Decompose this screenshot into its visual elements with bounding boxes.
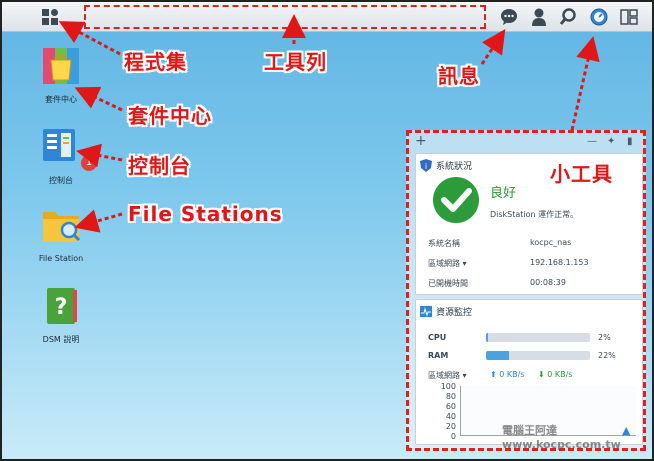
svg-text:?: ?	[55, 295, 68, 320]
download-speed: ⬇ 0 KB/s	[538, 370, 572, 379]
system-status-title-text: 系統狀況	[436, 162, 473, 172]
upload-arrow-icon: ⬆	[490, 370, 497, 379]
download-arrow-icon: ⬇	[538, 370, 545, 379]
package-center-icon	[39, 44, 83, 88]
arrow-messages	[480, 29, 506, 65]
resource-monitor-title-text: 資源監控	[436, 308, 473, 318]
annotation-toolbar: 工具列	[264, 50, 327, 74]
widgets-button[interactable]	[589, 7, 609, 27]
lan-traffic-label-text: 區域網路	[428, 371, 460, 380]
add-widget-button[interactable]: +	[415, 133, 427, 149]
health-status: 良好	[490, 186, 517, 201]
taskbar	[2, 2, 652, 32]
cpu-usage-fill	[486, 333, 489, 342]
grid-icon-dot	[51, 9, 58, 16]
download-speed-text: 0 KB/s	[547, 370, 573, 379]
desktop-icon-dsm-help[interactable]: ? DSM 說明	[26, 284, 96, 345]
y-tick: 20	[445, 422, 456, 431]
chat-icon	[501, 9, 517, 25]
desktop-icon-control-panel[interactable]: 1 控制台	[26, 125, 97, 186]
desktop-icon-file-station[interactable]: File Station	[26, 204, 96, 263]
upload-speed-text: 0 KB/s	[499, 370, 525, 379]
health-description: DiskStation 運作正常。	[490, 210, 579, 219]
annotation-programs: 程式集	[124, 50, 187, 74]
annotation-file-stations: File Stations	[128, 202, 283, 226]
arrow-widgets	[570, 36, 600, 131]
notification-badge: 1	[81, 155, 97, 171]
minimize-widget-icon[interactable]: —	[587, 136, 597, 147]
desktop-icon-label: 套件中心	[45, 95, 77, 104]
status-ok-icon	[433, 177, 479, 223]
folder-icon	[39, 204, 83, 248]
control-panel-icon: 1	[39, 125, 97, 171]
desktop-icon-package-center[interactable]: 套件中心	[26, 44, 96, 105]
grid-icon-sq	[42, 18, 49, 25]
lan-label-text: 區域網路	[428, 259, 460, 268]
info-shield-icon: i	[420, 159, 432, 172]
lan-label[interactable]: 區域網路 ▾	[428, 258, 467, 269]
y-tick: 80	[445, 392, 456, 401]
uptime-value: 00:08:39	[530, 278, 566, 287]
layout-icon	[620, 9, 638, 25]
cpu-percent: 2%	[598, 333, 611, 342]
collapse-icon[interactable]: ▮	[627, 136, 633, 147]
widget-panel-header: + — ✦ ▮	[409, 133, 643, 151]
cpu-label: CPU	[428, 333, 447, 342]
show-desktop-button[interactable]	[619, 7, 639, 27]
annotation-widgets: 小工具	[550, 162, 613, 186]
user-icon	[532, 8, 546, 26]
ram-label: RAM	[428, 351, 449, 360]
y-tick: 60	[445, 402, 456, 411]
y-tick: 0	[450, 432, 456, 441]
lan-traffic-label[interactable]: 區域網路 ▾	[428, 370, 467, 381]
desktop-icon-label: DSM 說明	[42, 335, 80, 344]
ram-usage-fill	[486, 351, 509, 360]
ram-usage-bar	[486, 351, 590, 360]
system-name-value: kocpc_nas	[530, 238, 572, 247]
help-icon: ?	[39, 284, 83, 328]
uptime-label: 已開機時間	[428, 279, 468, 288]
system-status-title: i 系統狀況	[420, 159, 472, 172]
ram-percent: 22%	[598, 351, 616, 360]
annotation-package-center: 套件中心	[128, 104, 212, 128]
svg-text:i: i	[425, 162, 427, 171]
main-menu-button[interactable]	[40, 7, 60, 27]
system-name-label: 系統名稱	[428, 239, 460, 248]
desktop-icon-label: 控制台	[49, 176, 73, 185]
resource-monitor-title: 資源監控	[420, 305, 472, 318]
monitor-icon	[420, 306, 432, 317]
user-button[interactable]	[529, 7, 549, 27]
upload-speed: ⬆ 0 KB/s	[490, 370, 524, 379]
pin-icon[interactable]: ✦	[607, 136, 615, 147]
chevron-down-icon: ▾	[462, 371, 467, 380]
y-tick: 40	[445, 412, 456, 421]
grid-icon	[42, 9, 49, 16]
lan-ip-value: 192.168.1.153	[530, 258, 589, 267]
cpu-usage-bar	[486, 333, 590, 342]
watermark: 電腦王阿達 www.kocpc.com.tw	[502, 424, 621, 451]
notification-button[interactable]	[499, 7, 519, 27]
annotation-messages: 訊息	[438, 64, 480, 88]
toolbar-area	[84, 5, 486, 29]
y-tick: 100	[440, 382, 456, 391]
desktop-icon-label: File Station	[38, 254, 84, 263]
search-icon	[559, 8, 576, 25]
annotation-control-panel: 控制台	[128, 154, 191, 178]
dashboard-icon	[590, 8, 608, 26]
chevron-down-icon: ▾	[462, 259, 467, 268]
search-button[interactable]	[558, 7, 578, 27]
grid-icon-sq2	[51, 18, 58, 25]
